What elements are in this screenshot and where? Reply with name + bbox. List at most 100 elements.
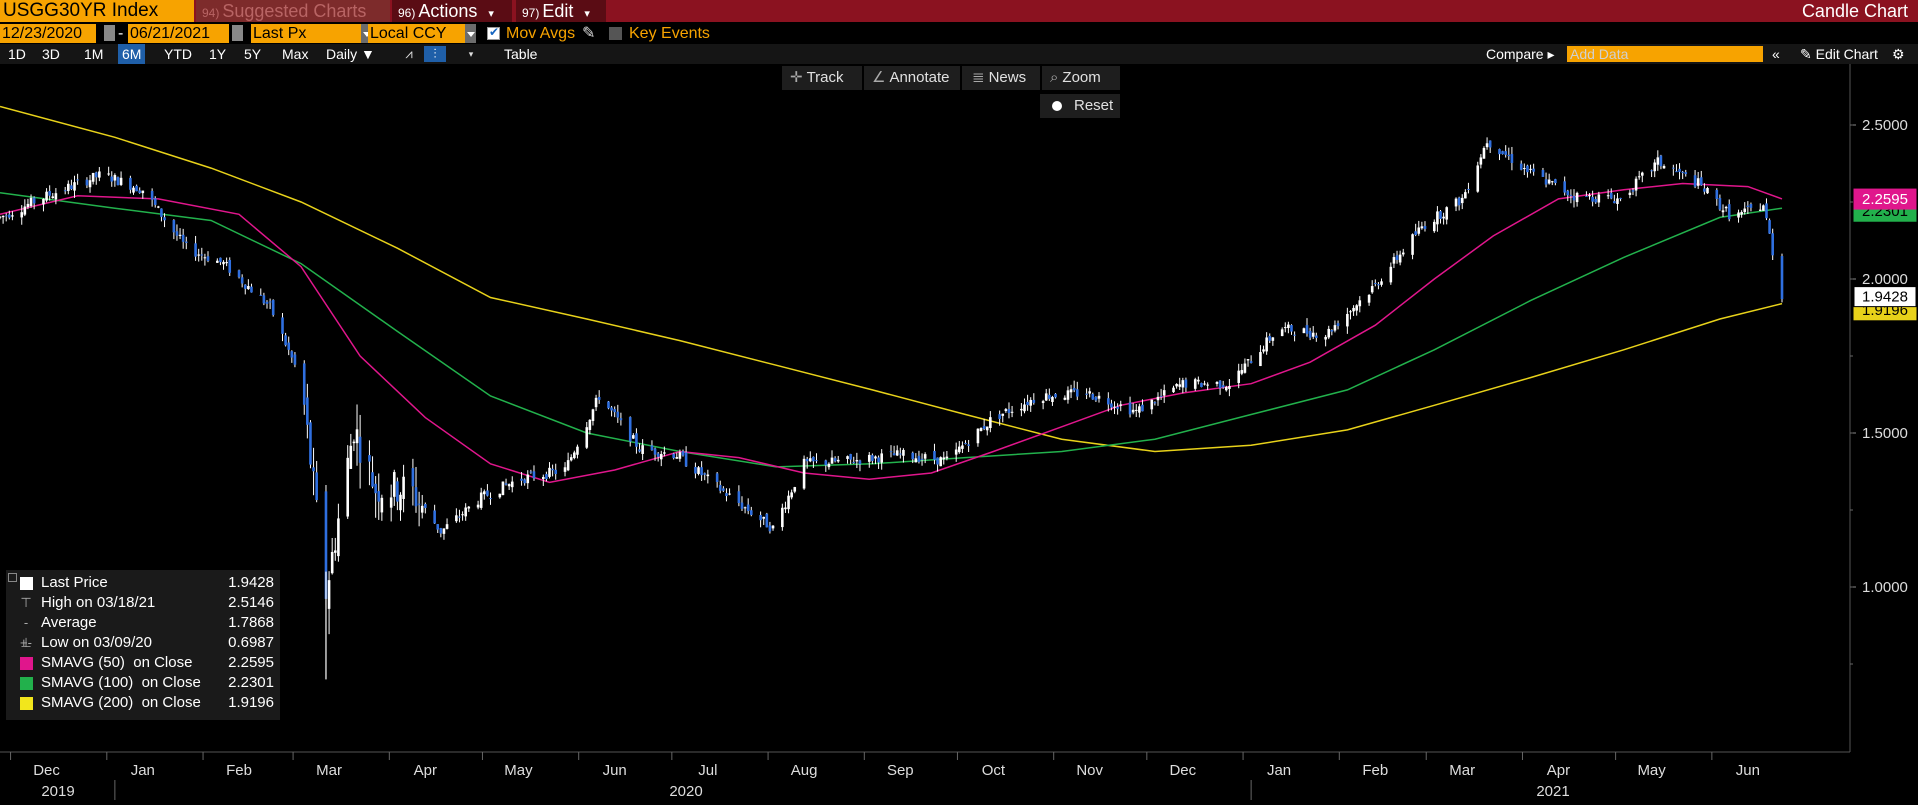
candle-body [1420,226,1424,229]
candle-body [749,510,753,515]
candle-body [433,510,436,524]
candle-body [1141,404,1144,412]
candle-body [740,502,744,509]
candle-body [1606,195,1610,197]
candle-body [961,445,964,449]
mov-avgs-checkbox[interactable] [487,25,500,40]
sma200-swatch [20,697,33,710]
candle-body [119,177,123,185]
period-button-3d[interactable]: 3D [38,44,64,64]
candle-body [746,504,750,512]
track-button[interactable]: ✛ Track [782,66,862,90]
candle-body [1246,359,1250,361]
month-label: Nov [1076,762,1103,779]
candle-body [597,397,601,400]
end-date-field[interactable]: 06/21/2021 [128,24,229,43]
candle-body [1488,140,1492,148]
period-button-1m[interactable]: 1M [80,44,107,64]
pencil-icon[interactable]: ✎ [582,24,595,43]
start-date-field[interactable]: 12/23/2020 [0,24,96,43]
candle-body [1631,190,1635,192]
candle-body [237,270,241,278]
candle-body [399,494,402,511]
candle-body [892,453,896,456]
candle-body [194,243,197,257]
candle-body [1374,282,1377,284]
candle-body [1377,284,1380,286]
year-label: 2020 [669,783,702,800]
candle-body [827,463,831,468]
candle-body [706,474,710,477]
candle-body [520,478,523,481]
candle-body [1762,205,1765,211]
candle-body [141,190,145,194]
month-label: Jun [1736,762,1760,779]
add-data-input[interactable]: Add Data [1567,46,1763,62]
candle-body [1609,192,1613,199]
gear-icon[interactable]: ⚙ [1888,44,1909,64]
currency-dropdown-icon[interactable] [465,24,476,43]
candle-body [411,468,415,487]
candle-body [219,257,222,263]
sma200-label: SMAVG (200) on Close [41,694,201,711]
candle-body [268,301,272,303]
candle-body [358,436,362,463]
high-marker-icon: ⊤ [20,595,32,610]
candle-body [545,474,548,480]
candle-body [228,259,232,273]
candle-body [281,317,284,334]
candle-body [54,193,58,200]
candle-body [1287,324,1290,328]
candle-body [1085,393,1088,395]
suggested-charts-button[interactable]: 94) Suggested Charts [196,0,390,22]
candle-body [1358,300,1362,307]
period-button-1d[interactable]: 1D [4,44,30,64]
edit-menu[interactable]: 97) Edit ▾ [516,0,606,22]
month-label: Apr [1547,762,1570,779]
candle-body [150,190,154,200]
security-ticker-field[interactable]: USGG30YR Index [0,0,194,22]
period-button-ytd[interactable]: YTD [160,44,196,64]
zoom-button[interactable]: ⌕ Zoom [1042,66,1120,90]
candle-body [436,524,440,530]
candle-body [880,453,883,463]
chart-type-dropdown-icon[interactable]: ▾ [460,46,482,62]
candle-body [455,515,458,522]
candle-body [1715,189,1719,199]
y-tick-label: 1.0000 [1862,579,1908,596]
annotate-button[interactable]: ∠ Annotate [864,66,960,90]
candle-body [1445,207,1449,220]
calendar-icon[interactable] [232,25,243,41]
candle-chart[interactable]: 2.5000 2.0000 1.5000 1.0000 Dec Jan Feb Mar Apr M… [0,64,1918,805]
candle-body [327,580,331,609]
news-button[interactable]: ≣ News [962,66,1040,90]
candle-body [132,187,135,193]
line-chart-icon[interactable]: ⩘ [398,46,420,62]
sma200-value: 1.9196 [228,694,274,711]
period-button-max[interactable]: Max [278,44,312,64]
legend-last-price: Last Price 1.9428 [6,573,280,593]
actions-menu[interactable]: 96) Actions ▾ [392,0,512,22]
candle-body [523,479,526,484]
candle-body [784,507,787,510]
frequency-selector[interactable]: Daily ▼ [322,44,379,64]
compare-button[interactable]: Compare ▸ [1482,44,1559,64]
period-button-6m[interactable]: 6M [118,44,146,64]
candle-body [1442,216,1445,219]
calendar-icon[interactable] [104,25,115,41]
candle-chart-icon[interactable]: ⫶ [424,46,446,62]
period-button-5y[interactable]: 5Y [240,44,265,64]
candle-body [1436,211,1439,225]
field-selector[interactable]: Last Px [251,24,361,43]
table-button[interactable]: Table [500,44,541,64]
candle-body [203,257,207,259]
reset-button[interactable]: Reset [1040,94,1120,118]
collapse-icon[interactable]: « [1768,44,1784,64]
edit-chart-button[interactable]: ✎ Edit Chart [1796,44,1882,64]
candle-body [1215,381,1219,384]
sma50-swatch [20,657,33,670]
currency-selector[interactable]: Local CCY [368,24,465,43]
key-events-checkbox[interactable] [609,27,622,40]
period-button-1y[interactable]: 1Y [205,44,230,64]
y-tick-label: 2.0000 [1862,271,1908,288]
